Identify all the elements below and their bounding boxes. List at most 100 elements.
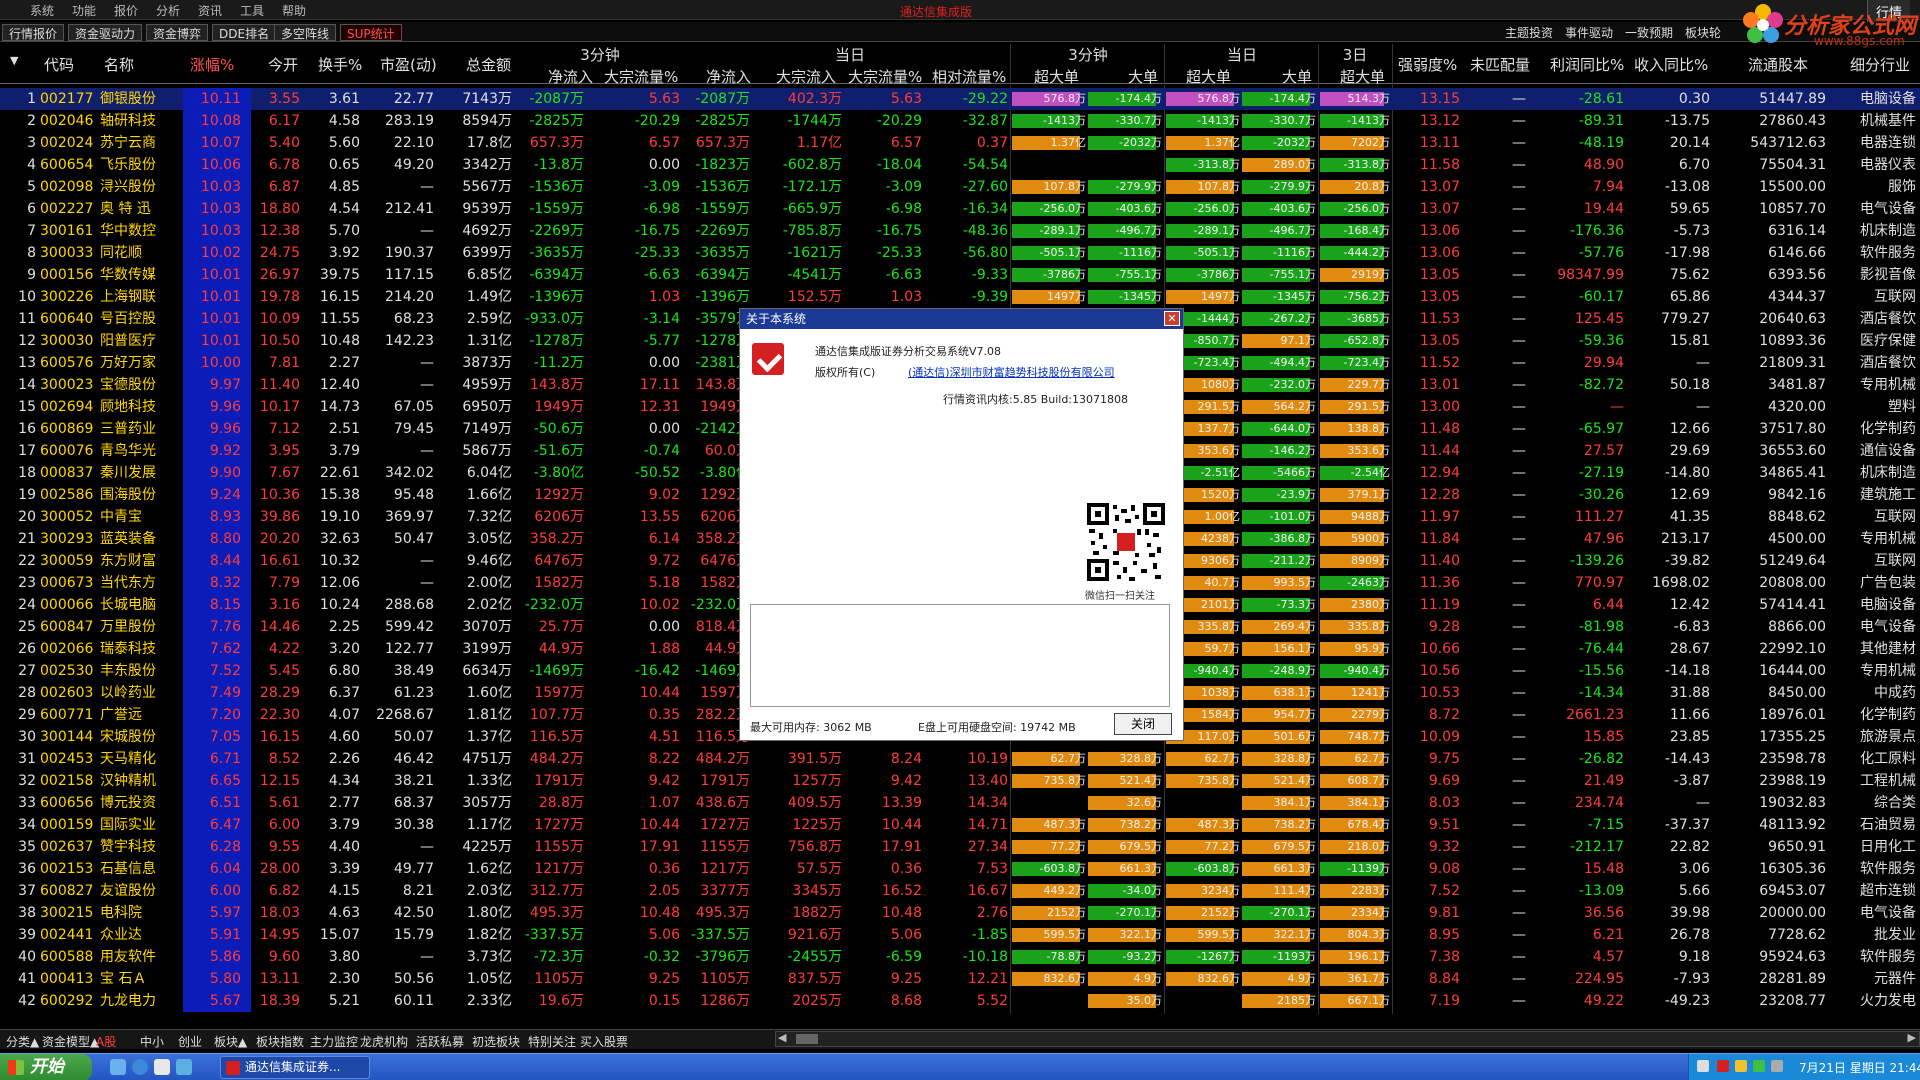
table-row[interactable]: 42 600292 九龙电力 5.67 18.39 5.21 60.11 2.33亿 19.6万…	[0, 990, 1920, 1012]
scroll-thumb[interactable]	[796, 1034, 818, 1044]
tab-sup-stats[interactable]: SUP统计	[340, 24, 402, 41]
tab-sector-rotation[interactable]: 板块轮	[1685, 24, 1721, 41]
col-strength[interactable]: 强弱度%	[1398, 54, 1457, 75]
bottom-tab[interactable]: 中小	[140, 1033, 164, 1050]
col-amount[interactable]: 总金额	[466, 54, 511, 75]
bottom-tab[interactable]: 活跃私募	[416, 1033, 464, 1050]
bottom-tab[interactable]: 资金模型▲	[42, 1033, 99, 1050]
menu-analysis[interactable]: 分析	[156, 2, 180, 19]
tab-fund-drive[interactable]: 资金驱动力	[68, 24, 143, 41]
shield-icon[interactable]	[1735, 1060, 1747, 1072]
bottom-tab[interactable]: A股	[96, 1033, 116, 1050]
bottom-tab[interactable]: 板块▲	[214, 1033, 247, 1050]
table-row[interactable]: 35 002637 赞宇科技 6.28 9.55 4.40 — 4225万 1155万 17.91…	[0, 836, 1920, 858]
table-row[interactable]: 37 600827 友谊股份 6.00 6.82 4.15 8.21 2.03亿 312.7万 2…	[0, 880, 1920, 902]
menu-help[interactable]: 帮助	[282, 2, 306, 19]
col-xl-order-3d[interactable]: 超大单	[1340, 66, 1385, 87]
col-industry[interactable]: 细分行业	[1850, 54, 1910, 75]
menu-info[interactable]: 资讯	[198, 2, 222, 19]
col-block-flow-today[interactable]: 大宗流量%	[848, 66, 922, 87]
bottom-tab[interactable]: 特别关注	[528, 1033, 576, 1050]
menu-function[interactable]: 功能	[72, 2, 96, 19]
table-row[interactable]: 6 002227 奥 特 迅 10.03 18.80 4.54 212.41 9539万 -15…	[0, 198, 1920, 220]
taskbar-app-button[interactable]: 通达信集成证券...	[220, 1056, 370, 1079]
bottom-tab[interactable]: 龙虎机构	[360, 1033, 408, 1050]
col-xl-order-today[interactable]: 超大单	[1186, 66, 1231, 87]
col-block-inflow-today[interactable]: 大宗流入	[776, 66, 836, 87]
table-row[interactable]: 33 600656 博元投资 6.51 5.61 2.77 68.37 3057万 28.8万 1…	[0, 792, 1920, 814]
col-l-order-3m[interactable]: 大单	[1128, 66, 1158, 87]
bottom-tab[interactable]: 分类▲	[6, 1033, 39, 1050]
sort-toggle-icon[interactable]: ▼	[10, 54, 18, 67]
total-amount: 1.33亿	[466, 773, 512, 789]
col-xl-order-3m[interactable]: 超大单	[1034, 66, 1079, 87]
table-row[interactable]: 41 000413 宝 石Ａ 5.80 13.11 2.30 50.56 1.05亿 1105万…	[0, 968, 1920, 990]
col-net-inflow-3m[interactable]: 净流入	[548, 66, 593, 87]
table-row[interactable]: 4 600654 飞乐股份 10.06 6.78 0.65 49.20 3342万 -13.8万…	[0, 154, 1920, 176]
scroll-right-icon[interactable]: ▶	[1908, 1031, 1916, 1044]
col-code[interactable]: 代码	[44, 54, 74, 75]
l-order-today: -267.2万	[1269, 312, 1316, 325]
col-net-inflow-today[interactable]: 净流入	[706, 66, 751, 87]
col-relative-flow[interactable]: 相对流量%	[932, 66, 1006, 87]
bottom-tab[interactable]: 初选板块	[472, 1033, 520, 1050]
col-profit-yoy[interactable]: 利润同比%	[1550, 54, 1624, 75]
tab-dde-rank[interactable]: DDE排名	[212, 24, 277, 41]
col-turnover[interactable]: 换手%	[318, 54, 362, 75]
col-change-pct[interactable]: 涨幅%	[190, 54, 234, 75]
media-icon[interactable]	[176, 1059, 192, 1075]
col-float-shares[interactable]: 流通股本	[1748, 54, 1808, 75]
table-row[interactable]: 2 002046 轴研科技 10.08 6.17 4.58 283.19 8594万 -2825…	[0, 110, 1920, 132]
close-button[interactable]: 关闭	[1114, 713, 1172, 735]
scroll-left-icon[interactable]: ◀	[778, 1031, 786, 1044]
tab-fund-game[interactable]: 资金博弈	[146, 24, 209, 41]
menu-tools[interactable]: 工具	[240, 2, 264, 19]
table-row[interactable]: 31 002453 天马精化 6.71 8.52 2.26 46.42 4751万 484.2万…	[0, 748, 1920, 770]
bottom-tab[interactable]: 创业	[178, 1033, 202, 1050]
stock-code: 300293	[40, 531, 94, 547]
bottom-tab[interactable]: 板块指数	[256, 1033, 304, 1050]
table-row[interactable]: 36 002153 石基信息 6.04 28.00 3.39 49.77 1.62亿 1217万…	[0, 858, 1920, 880]
col-open[interactable]: 今开	[268, 54, 298, 75]
col-block-flow-3m[interactable]: 大宗流量%	[604, 66, 678, 87]
company-link[interactable]: (通达信)深圳市财富趋势科技股份有限公司	[908, 364, 1115, 380]
table-row[interactable]: 34 000159 国际实业 6.47 6.00 3.79 30.38 1.17亿 1727万 1…	[0, 814, 1920, 836]
explorer-icon[interactable]	[154, 1059, 170, 1075]
keyboard-icon[interactable]	[1697, 1060, 1709, 1072]
table-row[interactable]: 7 300161 华中数控 10.03 12.38 5.70 — 4692万 -2269万 -16…	[0, 220, 1920, 242]
bottom-tab[interactable]: 主力监控	[310, 1033, 358, 1050]
table-row[interactable]: 38 300215 电科院 5.97 18.03 4.63 42.50 1.80亿 495.3万…	[0, 902, 1920, 924]
horizontal-scrollbar[interactable]: ◀ ▶	[775, 1031, 1920, 1047]
xl-order-3m: -289.1万	[1039, 224, 1086, 237]
app-tray-icon[interactable]	[1717, 1060, 1729, 1072]
tab-theme-invest[interactable]: 主题投资	[1505, 24, 1553, 41]
table-row[interactable]: 3 002024 苏宁云商 10.07 5.40 5.60 22.10 17.8亿 657.3万…	[0, 132, 1920, 154]
col-l-order-today[interactable]: 大单	[1282, 66, 1312, 87]
col-pe[interactable]: 市盈(动)	[380, 54, 437, 75]
volume-icon[interactable]	[1771, 1060, 1783, 1072]
menu-quote[interactable]: 报价	[114, 2, 138, 19]
bottom-tab[interactable]: 买入股票	[580, 1033, 628, 1050]
col-unmatched[interactable]: 未匹配量	[1470, 54, 1530, 75]
table-row[interactable]: 32 002158 汉钟精机 6.65 12.15 4.34 38.21 1.33亿 1791万…	[0, 770, 1920, 792]
tab-quote[interactable]: 行情报价	[2, 24, 65, 41]
table-row[interactable]: 40 600588 用友软件 5.86 9.60 3.80 — 3.73亿 -72.3万 -0.3…	[0, 946, 1920, 968]
l-order-3m: 32.6万	[1126, 796, 1163, 809]
table-row[interactable]: 9 000156 华数传媒 10.01 26.97 39.75 117.15 6.85亿 -63…	[0, 264, 1920, 286]
table-row[interactable]: 10 300226 上海钢联 10.01 19.78 16.15 214.20 1.49亿 -1…	[0, 286, 1920, 308]
table-row[interactable]: 39 002441 众业达 5.91 14.95 15.07 15.79 1.82亿 -337.…	[0, 924, 1920, 946]
ie-icon[interactable]	[132, 1059, 148, 1075]
tab-consensus[interactable]: 一致预期	[1625, 24, 1673, 41]
col-revenue-yoy[interactable]: 收入同比%	[1634, 54, 1708, 75]
desktop-icon[interactable]	[110, 1059, 126, 1075]
network-icon[interactable]	[1753, 1060, 1765, 1072]
table-row[interactable]: 1 002177 御银股份 10.11 3.55 3.61 22.77 7143万 -2087万…	[0, 88, 1920, 110]
table-row[interactable]: 5 002098 浔兴股份 10.03 6.87 4.85 — 5567万 -1536万 -3.0…	[0, 176, 1920, 198]
tab-long-short[interactable]: 多空阵线	[274, 24, 337, 41]
col-name[interactable]: 名称	[104, 54, 134, 75]
tab-event-drive[interactable]: 事件驱动	[1565, 24, 1613, 41]
table-row[interactable]: 8 300033 同花顺 10.02 24.75 3.92 190.37 6399万 -3635…	[0, 242, 1920, 264]
start-button[interactable]: 开始	[0, 1054, 92, 1080]
dialog-close-icon[interactable]: ✕	[1164, 311, 1180, 326]
menu-system[interactable]: 系统	[30, 2, 54, 19]
